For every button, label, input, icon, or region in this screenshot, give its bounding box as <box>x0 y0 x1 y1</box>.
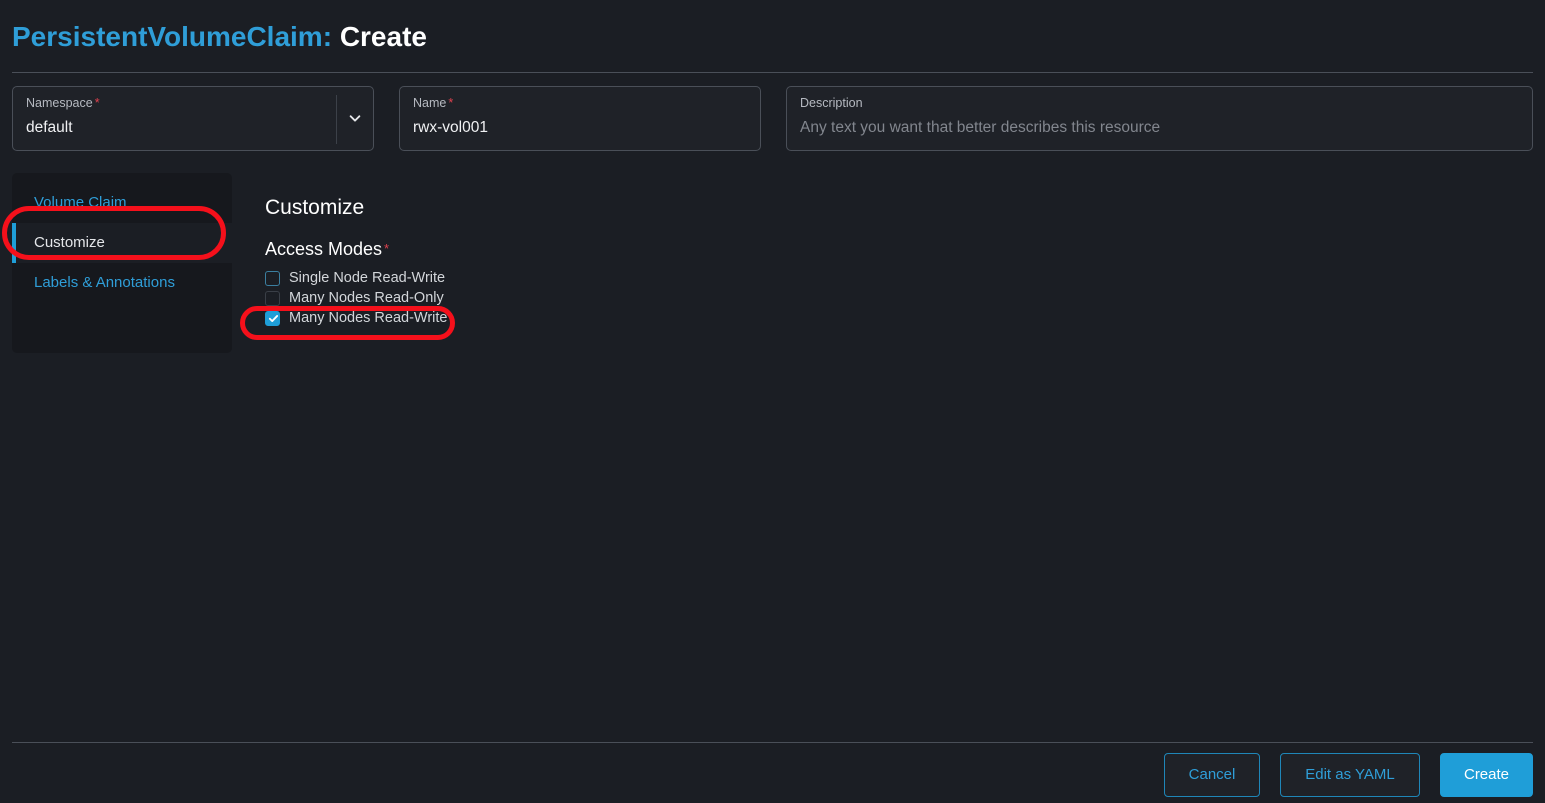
description-input-placeholder[interactable]: Any text you want that better describes … <box>800 118 1519 137</box>
namespace-required-marker: * <box>95 96 100 110</box>
create-pvc-page: PersistentVolumeClaim: Create Namespace*… <box>0 0 1545 803</box>
configuration-body: Volume Claim Customize Labels & Annotati… <box>12 173 1540 353</box>
customize-panel: Customize Access Modes* Single Node Read… <box>232 173 1540 353</box>
checkbox-box-checked-icon[interactable] <box>265 311 280 326</box>
edit-as-yaml-button[interactable]: Edit as YAML <box>1280 753 1420 797</box>
namespace-label-text: Namespace <box>26 96 93 110</box>
checkbox-many-nodes-read-write[interactable]: Many Nodes Read-Write <box>265 308 448 328</box>
access-modes-title-text: Access Modes <box>265 239 382 259</box>
description-label: Description <box>800 96 1519 111</box>
footer-actions: Cancel Edit as YAML Create <box>0 753 1545 803</box>
create-button[interactable]: Create <box>1440 753 1533 797</box>
description-label-text: Description <box>800 96 863 110</box>
checkbox-label: Many Nodes Read-Write <box>289 308 448 328</box>
checkbox-box-icon[interactable] <box>265 291 280 306</box>
name-required-marker: * <box>448 96 453 110</box>
sidebar-item-labels-annotations[interactable]: Labels & Annotations <box>12 263 232 303</box>
name-label-text: Name <box>413 96 446 110</box>
namespace-select[interactable]: Namespace* default <box>12 86 374 151</box>
page-title: PersistentVolumeClaim: Create <box>12 20 427 54</box>
side-nav: Volume Claim Customize Labels & Annotati… <box>12 173 232 353</box>
header-divider <box>12 72 1533 73</box>
sidebar-item-customize[interactable]: Customize <box>12 223 232 263</box>
namespace-select-divider <box>336 95 337 144</box>
access-modes-checkbox-group: Single Node Read-Write Many Nodes Read-O… <box>265 268 1540 332</box>
sidebar-item-label: Labels & Annotations <box>34 274 175 291</box>
sidebar-item-label: Customize <box>34 234 105 251</box>
chevron-down-icon[interactable] <box>348 111 362 125</box>
checkbox-label: Many Nodes Read-Only <box>289 288 444 308</box>
sidebar-item-label: Volume Claim <box>34 194 127 211</box>
sidebar-item-volume-claim[interactable]: Volume Claim <box>12 183 232 223</box>
access-modes-required-marker: * <box>384 241 389 256</box>
checkbox-label: Single Node Read-Write <box>289 268 445 288</box>
page-title-resource-type: PersistentVolumeClaim: <box>12 21 332 52</box>
resource-metadata-form: Namespace* default Name* rwx-vol001 Desc… <box>12 86 1533 151</box>
checkmark-icon <box>268 313 279 324</box>
checkbox-many-nodes-read-only[interactable]: Many Nodes Read-Only <box>265 288 444 308</box>
checkbox-single-node-read-write[interactable]: Single Node Read-Write <box>265 268 445 288</box>
namespace-value: default <box>26 118 360 137</box>
name-field[interactable]: Name* rwx-vol001 <box>399 86 761 151</box>
page-header: PersistentVolumeClaim: Create <box>0 0 1545 73</box>
section-title: Customize <box>265 195 1540 221</box>
name-label: Name* <box>413 96 747 111</box>
description-field[interactable]: Description Any text you want that bette… <box>786 86 1533 151</box>
namespace-label: Namespace* <box>26 96 360 111</box>
footer-divider <box>12 742 1533 743</box>
access-modes-title: Access Modes* <box>265 238 1540 260</box>
checkbox-box-icon[interactable] <box>265 271 280 286</box>
page-title-action: Create <box>340 21 427 52</box>
name-input-value[interactable]: rwx-vol001 <box>413 118 747 137</box>
cancel-button[interactable]: Cancel <box>1164 753 1260 797</box>
